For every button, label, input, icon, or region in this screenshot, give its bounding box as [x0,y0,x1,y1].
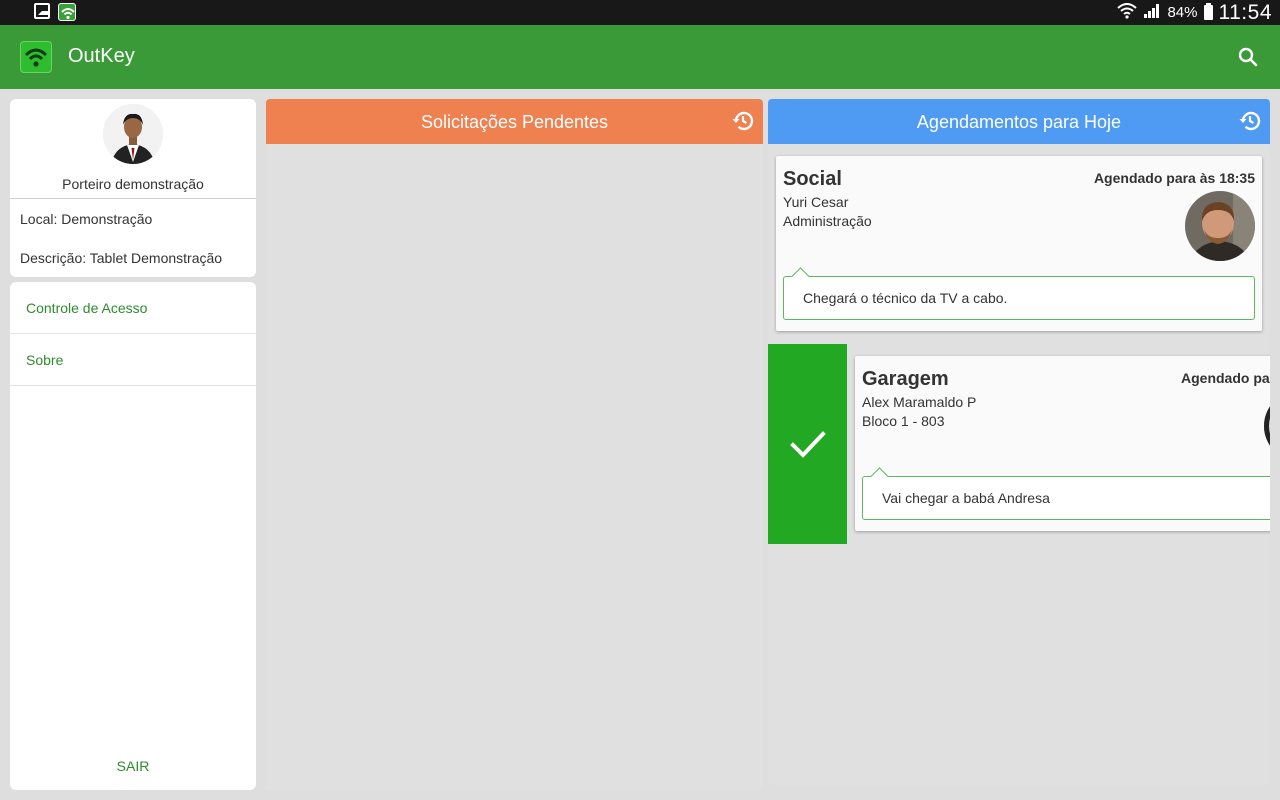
status-bar: 84% 11:54 [0,0,1280,25]
schedule-note: Vai chegar a babá Andresa [862,476,1270,520]
schedule-card[interactable]: Social Agendado para às 18:35 Yuri Cesar… [776,156,1262,331]
wifi-icon [1117,2,1138,23]
app-bar: OutKey [0,25,1280,89]
schedule-time: Agendado para às 18:35 [1093,170,1255,186]
history-icon[interactable] [731,109,755,133]
avatar [103,104,163,164]
schedule-type: Garagem [862,368,949,390]
today-schedules-header: Agendamentos para Hoje [768,99,1270,144]
history-icon[interactable] [1238,109,1262,133]
schedule-note: Chegará o técnico da TV a cabo. [783,276,1255,320]
clock: 11:54 [1218,0,1272,24]
avatar [1264,391,1270,461]
profile-name: Porteiro demonstração [62,176,204,192]
avatar [1185,191,1255,261]
note-text: Vai chegar a babá Andresa [882,490,1050,506]
battery-icon [1203,3,1213,20]
outkey-notification-icon [58,3,76,21]
menu-item-access-control[interactable]: Controle de Acesso [10,282,256,334]
pending-requests-title: Solicitações Pendentes [420,112,609,132]
profile-description: Descrição: Tablet Demonstração [20,250,223,266]
schedule-card[interactable]: Garagem Agendado para às Alex Maramaldo … [855,356,1270,531]
profile-local: Local: Demonstração [20,211,153,227]
logout-button[interactable]: SAIR [10,758,256,774]
checkmark-icon [790,431,826,458]
gallery-notification-icon [34,3,50,19]
today-schedules-title: Agendamentos para Hoje [916,112,1122,132]
resident-unit: Administração [783,213,872,229]
note-text: Chegará o técnico da TV a cabo. [803,290,1008,306]
pending-requests-header: Solicitações Pendentes [266,99,763,144]
signal-icon [1143,3,1161,23]
navigation-menu: Controle de Acesso Sobre SAIR [10,282,256,790]
schedule-type: Social [783,168,842,190]
visitor-name: Alex Maramaldo P [862,394,977,410]
menu-item-about[interactable]: Sobre [10,334,256,386]
menu-item-label: Controle de Acesso [26,300,148,316]
divider [10,198,256,199]
search-icon[interactable] [1236,45,1260,69]
battery-percent: 84% [1167,4,1198,21]
schedule-time: Agendado para às [1181,370,1270,386]
resident-unit: Bloco 1 - 803 [862,413,945,429]
today-schedules-panel: Agendamentos para Hoje Social Agendado p… [768,99,1270,785]
accept-swipe-action[interactable] [768,344,847,544]
menu-item-label: Sobre [26,352,64,368]
pending-requests-panel: Solicitações Pendentes [266,99,763,790]
app-title: OutKey [68,45,135,67]
visitor-name: Yuri Cesar [783,194,849,210]
profile-card: Porteiro demonstração Local: Demonstraçã… [10,99,256,277]
outkey-logo-icon [20,41,52,73]
